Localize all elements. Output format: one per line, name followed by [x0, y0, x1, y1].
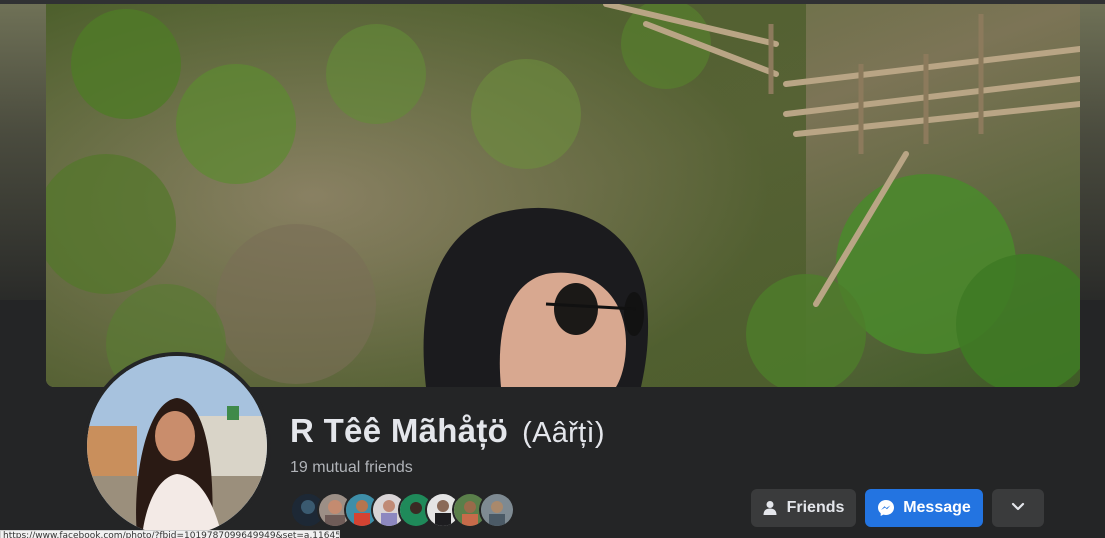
cover-photo-image [46, 4, 1080, 387]
profile-alternate-name: (Aâřțì) [522, 417, 605, 449]
chevron-down-icon [1011, 499, 1025, 517]
message-button[interactable]: Message [865, 489, 983, 527]
mutual-friends-count[interactable]: 19 mutual friends [290, 459, 413, 477]
profile-avatar-image [87, 356, 267, 536]
status-bar-url: https://www.facebook.com/photo/?fbid=101… [0, 530, 340, 538]
mutual-friend-avatar[interactable] [479, 492, 515, 528]
profile-name-text: R Têê Mãhåțö [290, 412, 509, 449]
person-check-icon [763, 500, 779, 516]
profile-name: R Têê Mãhåțö (Aâřțì) [290, 412, 605, 450]
friends-button-label: Friends [786, 499, 845, 516]
messenger-icon [877, 499, 895, 517]
more-options-button[interactable] [992, 489, 1044, 527]
profile-page: R Têê Mãhåțö (Aâřțì) 19 mutual friends F… [0, 0, 1105, 538]
message-button-label: Message [903, 499, 971, 516]
friends-button[interactable]: Friends [751, 489, 856, 527]
profile-avatar[interactable] [83, 352, 271, 538]
cover-photo[interactable] [46, 4, 1080, 387]
